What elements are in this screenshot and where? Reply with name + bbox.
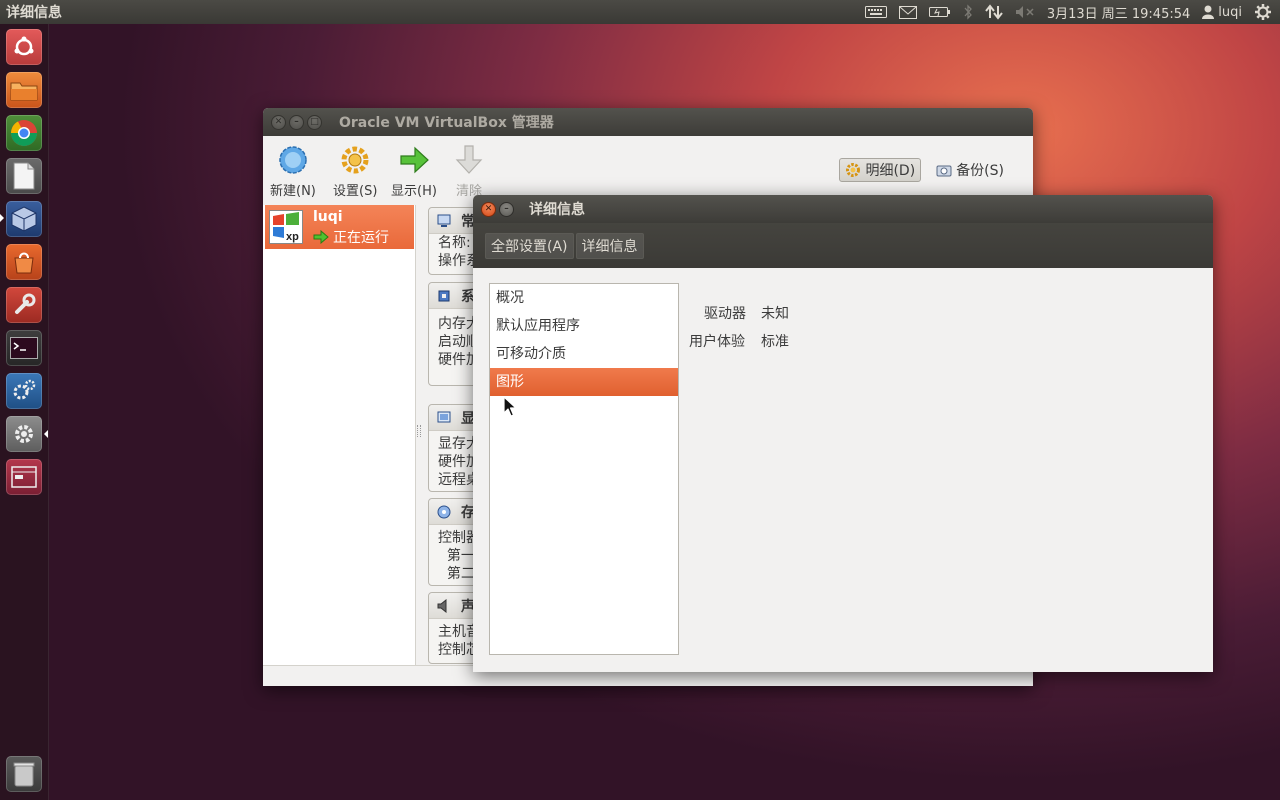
category-overview[interactable]: 概况 (490, 284, 678, 312)
disk-icon (437, 505, 451, 518)
user-name: luqi (1218, 4, 1242, 20)
details-category-list: 概况 默认应用程序 可移动介质 图形 (489, 283, 679, 655)
launcher-settings-gear[interactable] (6, 416, 42, 452)
chrome-icon (10, 120, 38, 147)
power-gear-icon[interactable] (1248, 0, 1280, 24)
vbox-toolbar: 新建(N) 设置(S) 显示(H) 清除 明细(D) 备份(S) (263, 136, 1033, 199)
settings-gear-icon (15, 425, 33, 443)
category-default-apps[interactable]: 默认应用程序 (490, 312, 678, 340)
vbox-window-title: Oracle VM VirtualBox 管理器 (339, 115, 554, 131)
ubuntu-logo-icon (14, 36, 34, 56)
os-badge: xp (286, 231, 299, 243)
network-icon[interactable] (979, 0, 1009, 24)
dash-home-button[interactable] (6, 29, 42, 65)
launcher-terminal[interactable] (6, 330, 42, 366)
shopping-bag-icon (14, 252, 34, 274)
close-dialog-button[interactable]: ✕ (481, 201, 496, 217)
launcher-tweak-tool[interactable] (6, 373, 42, 409)
display-icon (437, 411, 451, 422)
view-mode-buttons: 明细(D) 备份(S) (839, 158, 1009, 182)
launcher-chrome[interactable] (6, 115, 42, 151)
property-experience-label: 用户体验 (689, 334, 745, 350)
indicator-area: 3月13日 周三 19:45:54 luqi (859, 0, 1280, 24)
terminal-icon (10, 337, 38, 359)
details-dialog: ✕ – 详细信息 全部设置(A) 详细信息 概况 默认应用程序 可移动介质 图形… (473, 195, 1213, 672)
arrow-right-icon (400, 146, 429, 174)
show-vm-label: 显示(H) (391, 184, 437, 199)
snapshots-mode-label: 备份(S) (956, 163, 1004, 179)
property-driver-label: 驱动器 (704, 306, 746, 322)
speaker-icon (437, 598, 447, 613)
discard-button[interactable]: 清除 (453, 144, 485, 199)
running-arrow-icon (313, 230, 329, 244)
launcher-focus-indicator (44, 430, 48, 438)
bluetooth-icon[interactable] (957, 0, 979, 24)
user-menu[interactable]: luqi (1196, 0, 1248, 24)
launcher-virtualbox[interactable] (6, 201, 42, 237)
launcher (0, 24, 49, 800)
minimize-dialog-button[interactable]: – (499, 201, 514, 217)
pane-splitter-handle[interactable] (417, 425, 421, 437)
document-icon (13, 162, 35, 190)
vm-list-item[interactable]: xp luqi 正在运行 (265, 205, 414, 249)
category-graphics[interactable]: 图形 (490, 368, 678, 396)
settings-button[interactable]: 设置(S) (333, 144, 377, 199)
launcher-workspace-switcher[interactable] (6, 459, 42, 495)
mouse-pointer-icon (503, 396, 517, 417)
user-icon (1202, 5, 1215, 19)
vm-list: xp luqi 正在运行 (263, 205, 416, 665)
active-app-title: 详细信息 (6, 5, 62, 21)
clock[interactable]: 3月13日 周三 19:45:54 (1041, 0, 1196, 24)
trash-icon (13, 762, 35, 787)
settings-label: 设置(S) (333, 184, 378, 199)
battery-icon[interactable] (923, 0, 957, 24)
details-tab-bar: 全部设置(A) 详细信息 (473, 223, 1213, 268)
close-window-button[interactable]: ✕ (271, 114, 286, 130)
chip-icon (438, 290, 450, 301)
workspace-icon (11, 466, 37, 488)
launcher-system-settings[interactable] (6, 287, 42, 323)
details-titlebar: ✕ – 详细信息 (473, 195, 1213, 223)
folder-icon (10, 82, 38, 101)
details-mode-label: 明细(D) (865, 163, 916, 179)
virtualbox-icon (11, 206, 37, 232)
gear-icon (846, 163, 861, 177)
settings-icon (341, 146, 369, 174)
tab-all-settings[interactable]: 全部设置(A) (485, 232, 574, 259)
new-vm-label: 新建(N) (270, 184, 316, 199)
new-vm-icon (279, 146, 307, 174)
launcher-text-editor[interactable] (6, 158, 42, 194)
details-dialog-title: 详细信息 (529, 202, 585, 218)
mail-icon[interactable] (893, 0, 923, 24)
vm-state-label: 正在运行 (333, 230, 389, 246)
launcher-running-indicator (0, 214, 4, 222)
arrow-down-icon (455, 145, 483, 174)
camera-icon (936, 165, 952, 177)
property-driver-value: 未知 (761, 306, 789, 322)
details-mode-button[interactable]: 明细(D) (839, 158, 922, 182)
launcher-software-center[interactable] (6, 244, 42, 280)
launcher-trash[interactable] (6, 756, 42, 792)
launcher-files[interactable] (6, 72, 42, 108)
wrench-icon (15, 293, 36, 314)
maximize-window-button[interactable]: □ (307, 114, 322, 130)
vm-name: luqi (313, 209, 343, 225)
tab-details[interactable]: 详细信息 (575, 232, 644, 259)
property-experience-value: 标准 (761, 334, 789, 350)
minimize-window-button[interactable]: – (289, 114, 304, 130)
vbox-titlebar: ✕ – □ Oracle VM VirtualBox 管理器 (263, 108, 1033, 136)
top-panel: 详细信息 3月13日 周三 19:45:54 luqi (0, 0, 1280, 24)
monitor-icon (437, 214, 451, 227)
gears-icon (13, 379, 36, 400)
new-vm-button[interactable]: 新建(N) (270, 144, 316, 199)
volume-muted-icon[interactable] (1009, 0, 1041, 24)
category-removable-media[interactable]: 可移动介质 (490, 340, 678, 368)
snapshots-mode-button[interactable]: 备份(S) (931, 158, 1009, 182)
windows-xp-icon: xp (269, 210, 303, 244)
show-vm-button[interactable]: 显示(H) (391, 144, 437, 199)
keyboard-icon[interactable] (859, 0, 893, 24)
vm-state: 正在运行 (313, 227, 389, 247)
